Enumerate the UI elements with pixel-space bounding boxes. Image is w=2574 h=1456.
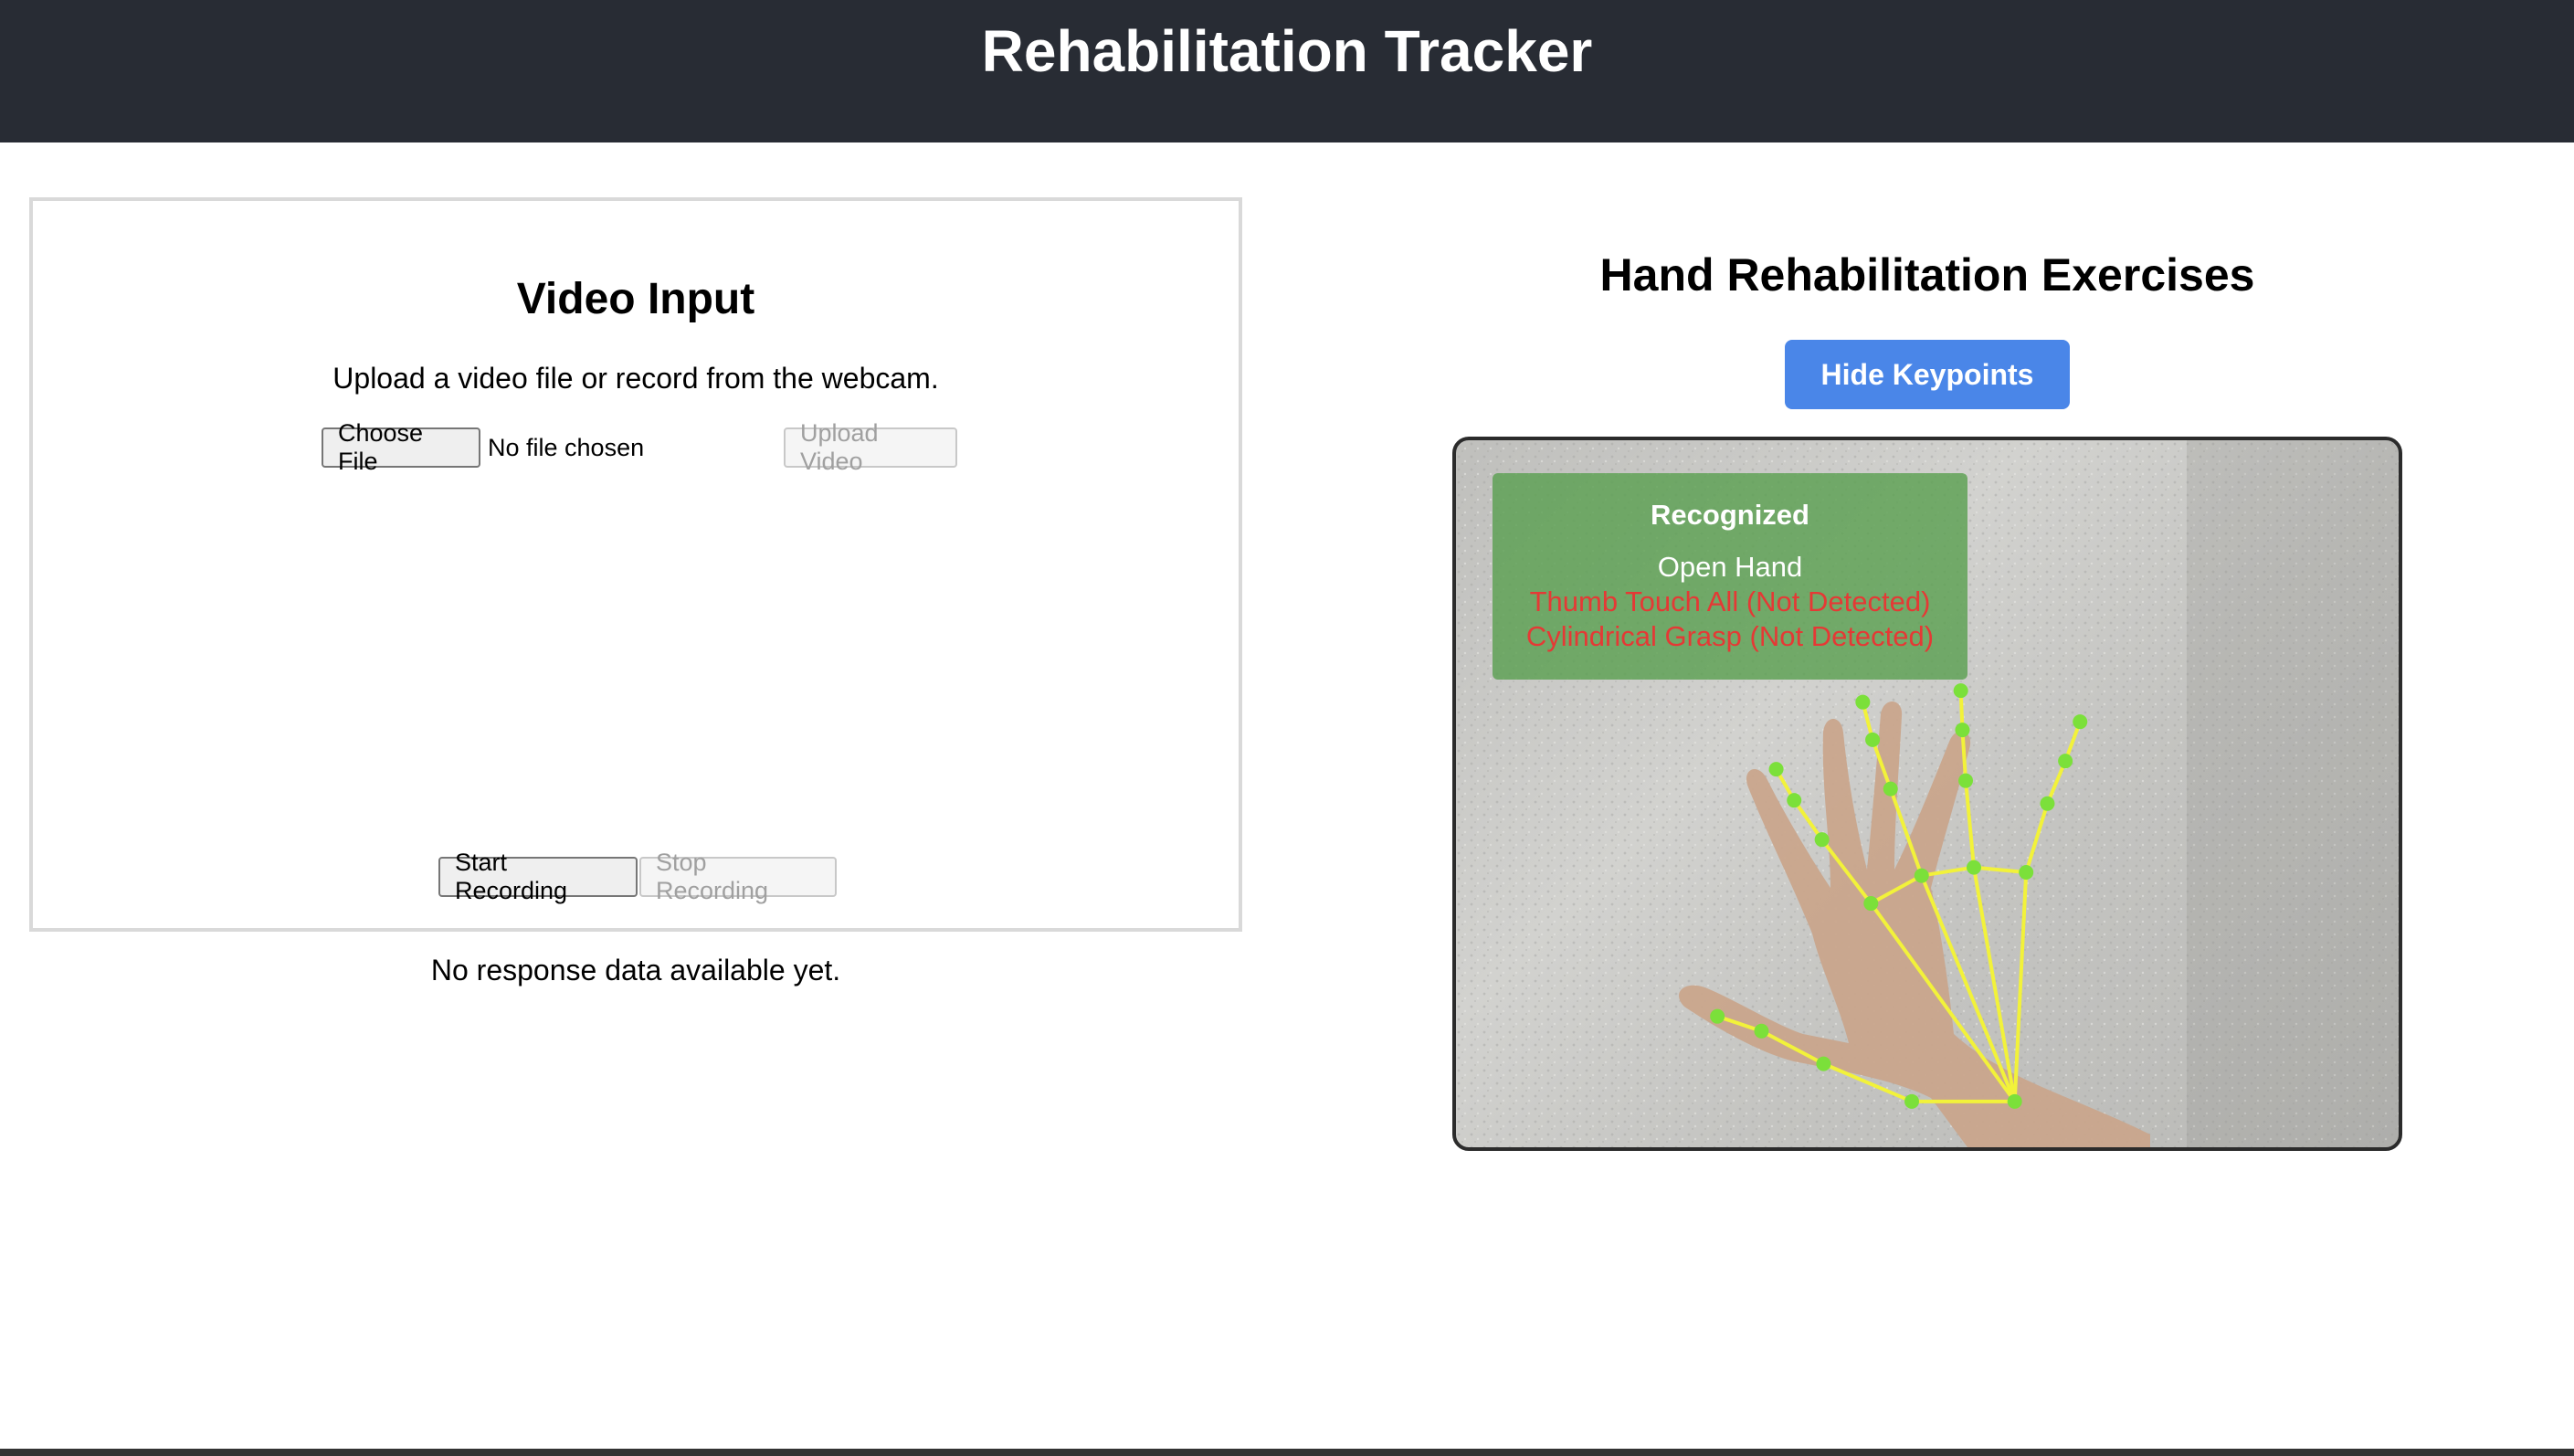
keypoint-dot [1816,1056,1831,1071]
keypoint-dot [1953,683,1968,699]
hand-video-feed: Recognized Open Hand Thumb Touch All (No… [1452,437,2402,1151]
recognition-item-open-hand: Open Hand [1657,551,1803,583]
video-input-description: Upload a video file or record from the w… [332,362,939,395]
recognition-item-thumb-touch-all: Thumb Touch All (Not Detected) [1529,586,1931,617]
footer-bar [0,1449,2574,1456]
exercises-title: Hand Rehabilitation Exercises [1599,249,2255,301]
keypoint-dot [2058,754,2073,769]
keypoint-dot [1966,860,1981,875]
file-upload-row: Choose File No file chosen Upload Video [322,419,957,475]
keypoint-dot [2040,796,2055,811]
keypoint-dot [2073,714,2088,730]
recognition-overlay: Recognized Open Hand Thumb Touch All (No… [1493,473,1967,680]
keypoint-dot [1855,694,1871,710]
keypoint-dot [1814,832,1830,848]
keypoint-dot [1914,868,1929,883]
keypoint-dot [2007,1093,2022,1109]
keypoint-dot [1883,781,1898,797]
keypoint-dot [1787,793,1802,808]
keypoint-dot [1955,723,1970,738]
keypoint-dot [1754,1023,1769,1039]
recording-controls: Start Recording Stop Recording [438,849,837,904]
file-status-text: No file chosen [488,433,645,461]
choose-file-button[interactable]: Choose File [322,419,480,475]
app-header: Rehabilitation Tracker [0,0,2574,142]
recognition-title: Recognized [1651,499,1809,531]
stop-recording-button[interactable]: Stop Recording [639,849,837,904]
video-input-panel: Video Input Upload a video file or recor… [29,197,1242,932]
video-input-title: Video Input [516,275,755,323]
upload-video-button[interactable]: Upload Video [784,419,957,475]
recognition-item-cylindrical-grasp: Cylindrical Grasp (Not Detected) [1525,620,1935,652]
keypoint-dot [1865,732,1881,747]
keypoint-dot [1768,762,1784,777]
keypoint-dot [1904,1093,1920,1109]
wall-shadow [2187,440,2399,1147]
start-recording-button[interactable]: Start Recording [438,849,638,904]
recognition-list: Open Hand Thumb Touch All (Not Detected)… [1493,550,1967,654]
response-status-text: No response data available yet. [430,954,841,986]
hide-keypoints-button[interactable]: Hide Keypoints [1785,340,2070,409]
keypoint-dot [2019,865,2034,880]
app-title: Rehabilitation Tracker [981,18,1593,84]
keypoint-dot [1863,896,1879,912]
keypoint-dot [1958,773,1974,788]
keypoint-dot [1710,1008,1725,1024]
